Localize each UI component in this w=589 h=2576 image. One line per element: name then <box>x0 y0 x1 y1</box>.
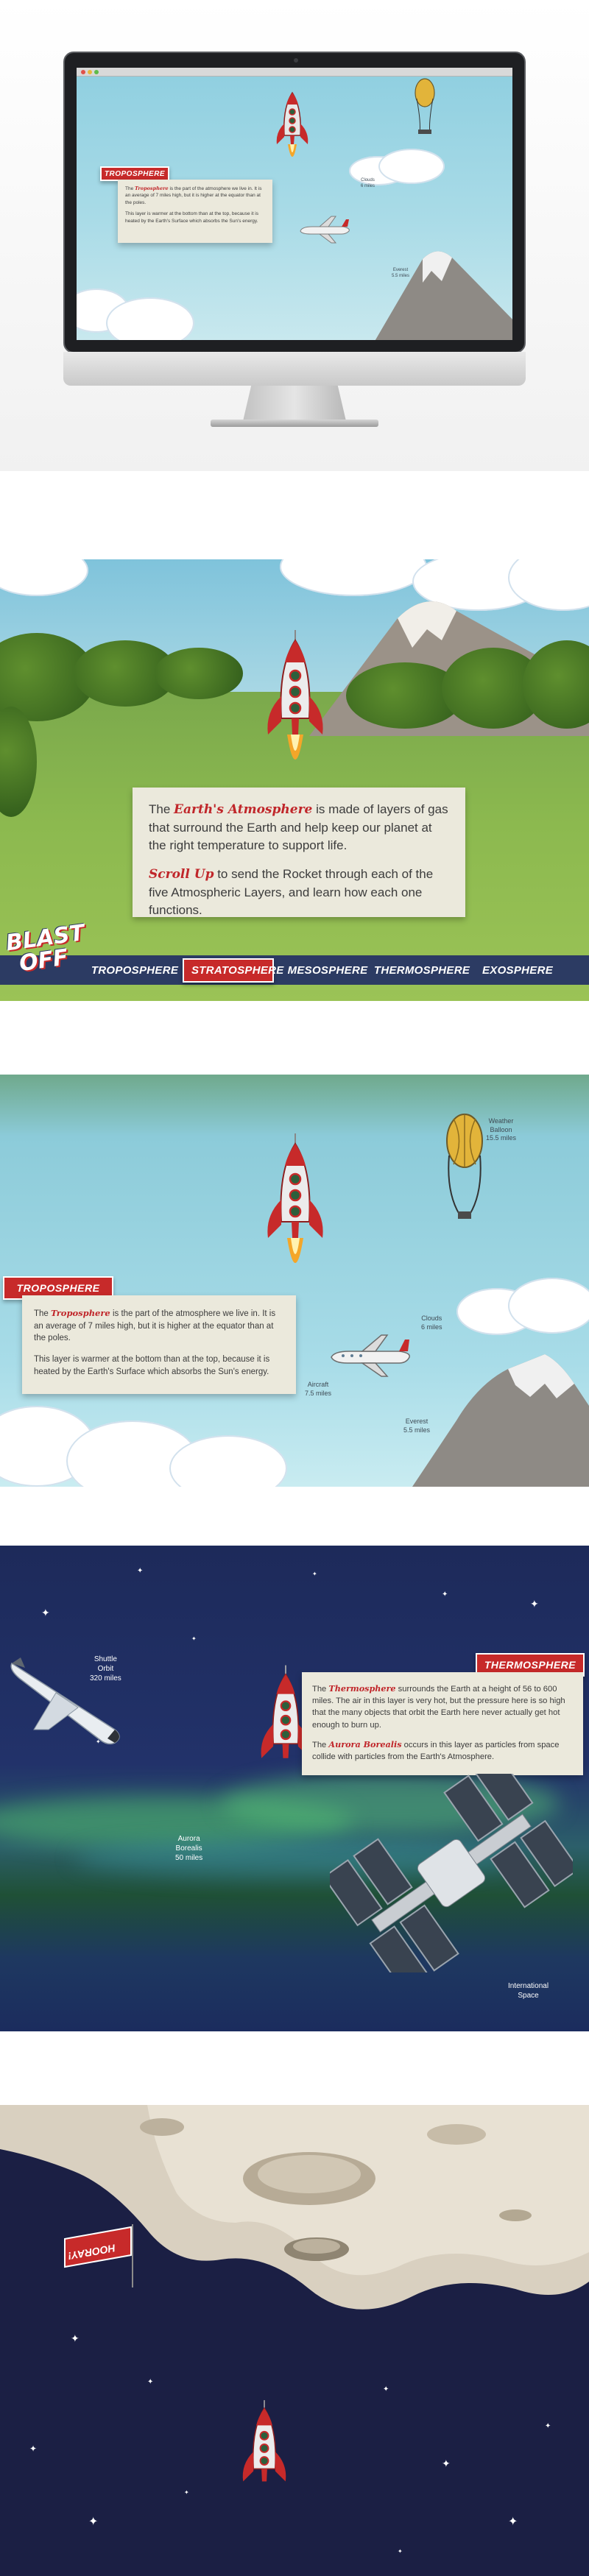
info-highlight: Earth's Atmosphere <box>174 802 313 817</box>
star-icon: ✦ <box>71 2332 80 2344</box>
info-highlight: Aurora Borealis <box>328 1738 402 1749</box>
zoom-window-button[interactable] <box>94 70 99 74</box>
info-text: This layer is warmer at the bottom than … <box>125 211 259 224</box>
star-icon: ✦ <box>312 1571 317 1577</box>
star-icon: ✦ <box>147 2378 154 2386</box>
troposphere-section: Weather Balloon 15.5 miles TROPOSPHERE T… <box>0 1075 589 1487</box>
everest-label: Everest 5.5 miles <box>392 268 410 278</box>
weather-balloon-icon <box>415 78 435 135</box>
star-icon: ✦ <box>29 2444 38 2454</box>
star-icon: ✦ <box>530 1598 539 1610</box>
info-text: The <box>312 1740 329 1749</box>
info-highlight: Troposphere <box>51 1308 110 1318</box>
info-text: The <box>149 802 174 816</box>
star-icon: ✦ <box>41 1607 50 1618</box>
intro-section: The Earth's Atmosphere is made of layers… <box>0 559 589 1001</box>
aircraft-label: Aircraft 7.5 miles <box>305 1381 332 1397</box>
star-icon: ✦ <box>508 2516 518 2528</box>
browser-toolbar <box>77 68 512 77</box>
star-icon: ✦ <box>191 1635 197 1642</box>
star-icon: ✦ <box>137 1567 144 1575</box>
cloud-decoration <box>508 1278 589 1334</box>
nav-item-stratosphere[interactable]: STRATOSPHERE <box>183 958 283 983</box>
shuttle-label: Shuttle Orbit 320 miles <box>90 1655 121 1682</box>
close-window-button[interactable] <box>81 70 85 74</box>
rocket-icon <box>267 1133 323 1263</box>
nav-item-thermosphere[interactable]: THERMOSPHERE <box>373 964 471 977</box>
clouds-label: Clouds 6 miles <box>361 178 375 188</box>
nav-item-exosphere[interactable]: EXOSPHERE <box>471 964 564 977</box>
rocket-icon <box>242 2400 286 2482</box>
space-station-label: International Space <box>508 1982 549 2000</box>
balloon-label: Weather Balloon 15.5 miles <box>486 1117 517 1142</box>
thermosphere-info-box: The Thermosphere surrounds the Earth at … <box>302 1672 583 1775</box>
info-text: The <box>312 1685 329 1694</box>
info-highlight: Troposphere <box>135 185 169 191</box>
tree-cluster <box>155 648 243 699</box>
space-station-icon <box>330 1774 573 1972</box>
rocket-icon <box>276 91 308 157</box>
monitor-mockup: TROPOSPHERE The Troposphere is the part … <box>0 0 589 471</box>
nav-item-mesosphere[interactable]: MESOSPHERE <box>283 964 373 977</box>
star-icon: ✦ <box>442 1590 448 1599</box>
star-icon: ✦ <box>88 2516 99 2528</box>
monitor-stand-base <box>211 420 378 427</box>
aurora-label: Aurora Borealis 50 miles <box>175 1835 203 1862</box>
cloud-decoration <box>0 559 88 596</box>
exosphere-section: HOORAY! ✦ ✦ ✦ ✦ ✦ ✦ ✦ ✦ ✦ ✦ <box>0 2105 589 2576</box>
mountain-everest-icon <box>412 1354 589 1487</box>
webcam-icon <box>294 58 298 63</box>
airplane-icon <box>331 1334 410 1377</box>
tree-cluster <box>0 707 37 817</box>
star-icon: ✦ <box>442 2458 451 2469</box>
clouds-label: Clouds 6 miles <box>421 1314 442 1331</box>
section-ribbon: TROPOSPHERE <box>100 166 169 181</box>
monitor-bezel: TROPOSPHERE The Troposphere is the part … <box>63 52 526 353</box>
info-text: This layer is warmer at the bottom than … <box>34 1355 270 1376</box>
info-highlight: Thermosphere <box>328 1683 396 1694</box>
star-icon: ✦ <box>184 2489 189 2496</box>
rocket-icon <box>267 630 323 760</box>
info-text: The <box>125 186 135 191</box>
nav-item-troposphere[interactable]: TROPOSPHERE <box>87 964 183 977</box>
moon-surface <box>0 2105 589 2310</box>
minimize-window-button[interactable] <box>88 70 92 74</box>
monitor-stand <box>243 386 346 421</box>
mountain-everest-icon <box>375 251 512 340</box>
troposphere-info-box: The Troposphere is the part of the atmos… <box>22 1295 296 1394</box>
cloud-decoration <box>378 149 445 184</box>
airplane-icon <box>300 216 350 244</box>
layer-navigation: TROPOSPHERE STRATOSPHERE MESOSPHERE THER… <box>0 955 589 985</box>
monitor-chin <box>63 352 526 386</box>
star-icon: ✦ <box>383 2385 389 2393</box>
scroll-up-hint: Scroll Up <box>149 866 214 882</box>
intro-info-box: The Earth's Atmosphere is made of layers… <box>133 788 465 917</box>
cloud-decoration <box>106 297 194 340</box>
star-icon: ✦ <box>398 2548 403 2555</box>
everest-label: Everest 5.5 miles <box>403 1418 431 1434</box>
star-icon: ✦ <box>545 2422 551 2430</box>
thermosphere-section: ✦ ✦ ✦ ✦ ✦ ✦ ✦ Shuttle Orbit 320 miles TH… <box>0 1546 589 2031</box>
info-text: The <box>34 1309 52 1318</box>
info-box: The Troposphere is the part of the atmos… <box>118 180 272 243</box>
monitor-screen: TROPOSPHERE The Troposphere is the part … <box>77 68 512 340</box>
